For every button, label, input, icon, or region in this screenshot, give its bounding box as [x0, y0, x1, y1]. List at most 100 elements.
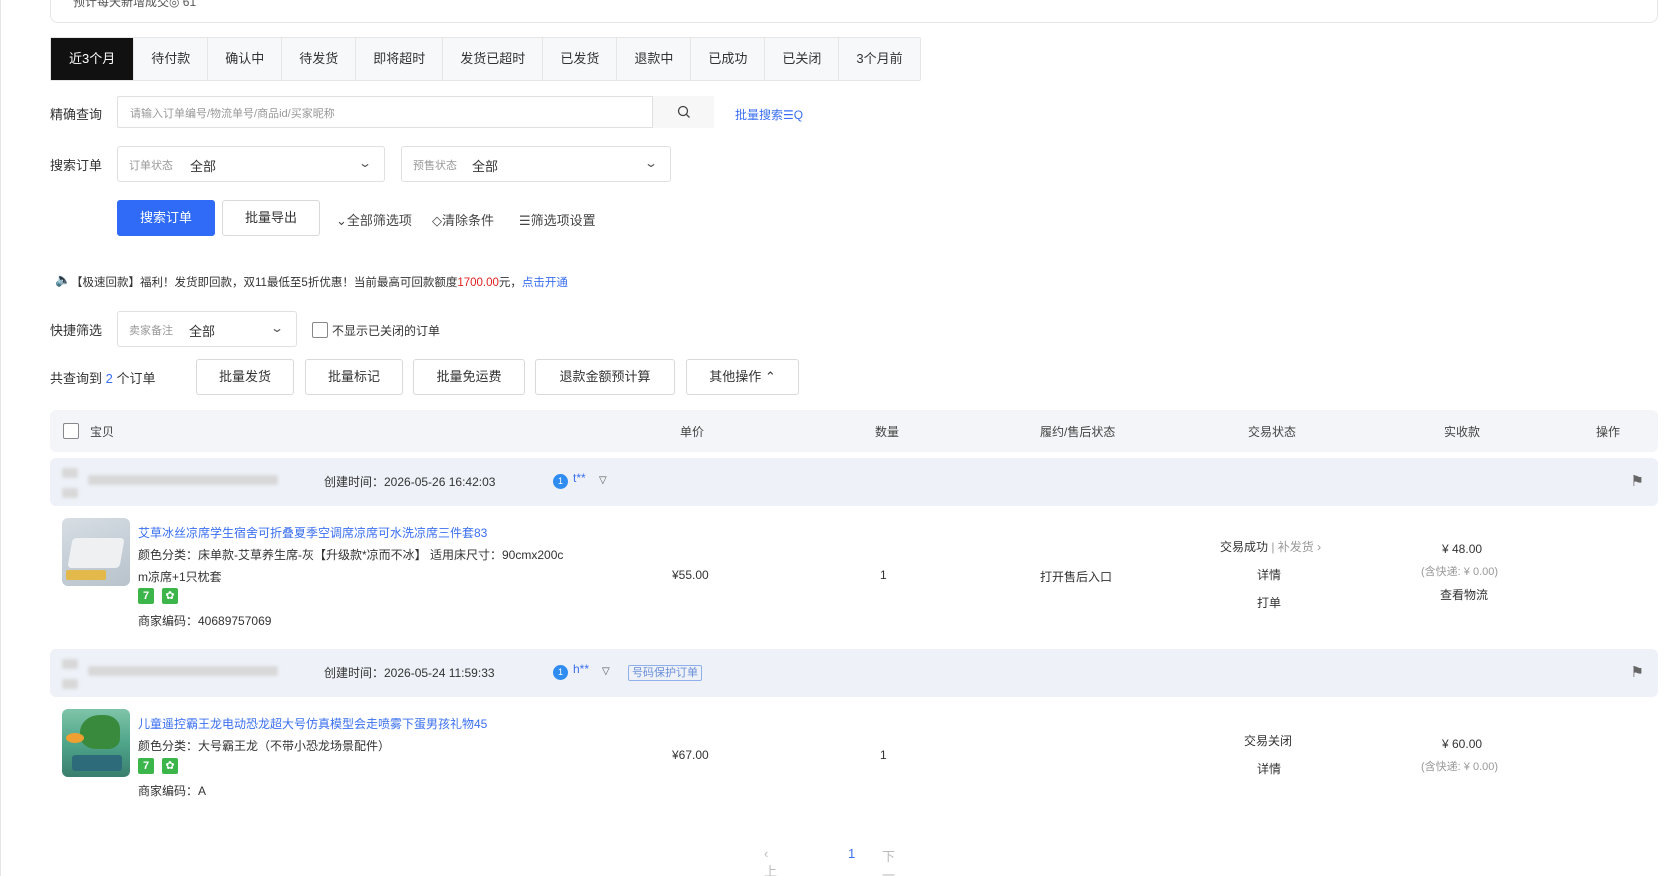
mat-shape: [67, 538, 125, 568]
hide-closed-checkbox[interactable]: [312, 322, 328, 338]
presale-status-select[interactable]: 预售状态 全部 ⌄: [401, 146, 671, 182]
product-thumbnail[interactable]: [62, 709, 130, 777]
trade-status: 交易成功 | 补发货 ›: [1220, 538, 1321, 555]
buyer-name[interactable]: h**: [573, 662, 589, 676]
blurred-order-number: [88, 666, 278, 676]
tab-shipped[interactable]: 已发货: [543, 38, 618, 80]
seller-remark-select[interactable]: 卖家备注 全部 ⌄: [117, 311, 297, 347]
tab-closed[interactable]: 已关闭: [765, 38, 840, 80]
fast-payout-notice: 【极速回款】福利！发货即回款，双11最低至5折优惠！当前最高可回款额度1700.…: [71, 274, 568, 290]
search-orders-label: 搜索订单: [50, 158, 103, 173]
header-after-sale-status: 履约/售后状态: [1040, 425, 1116, 439]
guarantee-icon: ✿: [162, 758, 178, 774]
header-operations: 操作: [1596, 425, 1621, 439]
blurred-order-number: [88, 475, 278, 485]
unit-price: ¥67.00: [672, 748, 709, 762]
product-spec: 颜色分类：床单款-艾草养生席-灰【升级款*凉而不冰】 适用床尺寸：90cmx20…: [138, 548, 564, 562]
tab-about-to-timeout[interactable]: 即将超时: [356, 38, 444, 80]
quantity: 1: [880, 748, 887, 762]
table-header: 宝贝 单价 数量 履约/售后状态 交易状态 实收款 操作: [50, 410, 1658, 452]
spray-shape: [66, 733, 84, 743]
order-status-tabs: 近3个月 待付款 确认中 待发货 即将超时 发货已超时 已发货 退款中 已成功 …: [50, 37, 921, 81]
order-status-select[interactable]: 订单状态 全部 ⌄: [117, 146, 385, 182]
batch-export-button[interactable]: 批量导出: [222, 200, 320, 236]
reship-link[interactable]: | 补发货 ›: [1271, 540, 1321, 554]
seller-remark-value: 全部: [189, 324, 216, 339]
chat-icon[interactable]: 1: [553, 474, 568, 489]
search-orders-button[interactable]: 搜索订单: [117, 200, 215, 236]
chat-icon[interactable]: 1: [553, 665, 568, 680]
order-count-summary: 共查询到 2 个订单: [50, 368, 156, 387]
product-title-link[interactable]: 艾草冰丝凉席学生宿舍可折叠夏季空调席凉席可水洗凉席三件套83: [138, 524, 487, 541]
promo-tag: [66, 570, 106, 580]
all-filters-toggle[interactable]: ⌄全部筛选项: [336, 210, 412, 229]
header-quantity: 数量: [875, 425, 900, 439]
quick-filter-label: 快捷筛选: [50, 323, 103, 338]
order-header: 创建时间：2026-05-24 11:59:33 1 h** ▽ 号码保护订单 …: [50, 649, 1658, 697]
order-detail-link[interactable]: 详情: [1257, 760, 1281, 777]
order-detail-link[interactable]: 详情: [1257, 566, 1281, 583]
tab-succeeded[interactable]: 已成功: [691, 38, 766, 80]
notice-open-link[interactable]: 点击开通: [522, 277, 568, 289]
filter-settings-button[interactable]: ☰筛选项设置: [519, 210, 596, 229]
presale-status-value: 全部: [472, 159, 499, 174]
trade-status-text: 交易成功: [1220, 540, 1269, 554]
merchant-code: 商家编码：A: [138, 784, 207, 798]
guarantee-icon: ✿: [162, 588, 178, 604]
product-spec-cont: m凉席+1只枕套: [138, 570, 222, 584]
chevron-down-icon: ⌄: [357, 156, 373, 170]
seller-remark-label: 卖家备注: [129, 325, 173, 337]
batch-free-shipping-button[interactable]: 批量免运费: [413, 359, 525, 395]
product-spec: 颜色分类：大号霸王龙（不带小恐龙场景配件）: [138, 739, 391, 753]
tab-older-than-3-months[interactable]: 3个月前: [839, 38, 920, 80]
page-number[interactable]: 1: [848, 846, 855, 861]
select-all-checkbox[interactable]: [63, 423, 79, 439]
search-icon: [677, 105, 690, 118]
buyer-name[interactable]: t**: [573, 471, 586, 485]
trade-status-text: 交易关闭: [1244, 734, 1293, 748]
top-summary-box: 预计每天新增成交◎ 61: [50, 0, 1658, 23]
top-summary-text: 预计每天新增成交◎ 61: [73, 0, 197, 9]
refund-precalc-button[interactable]: 退款金额预计算: [535, 359, 675, 395]
precise-search-placeholder: 请输入订单编号/物流单号/商品id/买家昵称: [130, 108, 335, 120]
other-actions-button[interactable]: 其他操作 ⌃: [686, 359, 799, 395]
unit-price: ¥55.00: [672, 568, 709, 582]
received-amount: ¥ 48.00: [1442, 542, 1483, 556]
quantity: 1: [880, 568, 887, 582]
product-title-link[interactable]: 儿童遥控霸王龙电动恐龙超大号仿真模型会走喷雾下蛋男孩礼物45: [138, 715, 487, 732]
product-thumbnail[interactable]: [62, 518, 130, 586]
clear-conditions-button[interactable]: ◇清除条件: [432, 210, 494, 229]
summary-prefix: 共查询到: [50, 371, 103, 386]
print-order-link[interactable]: 打单: [1257, 594, 1281, 611]
header-trade-status: 交易状态: [1248, 425, 1297, 439]
seven-day-return-icon: 7: [138, 758, 154, 774]
box-shape: [72, 755, 122, 771]
number-protected-badge: 号码保护订单: [628, 665, 702, 681]
filter-icon[interactable]: ▽: [599, 475, 607, 486]
blurred-text: [62, 488, 78, 498]
filter-icon[interactable]: ▽: [602, 666, 610, 677]
tab-pending-payment[interactable]: 待付款: [134, 38, 209, 80]
tab-confirming[interactable]: 确认中: [208, 38, 283, 80]
header-unit-price: 单价: [680, 425, 705, 439]
merchant-code: 商家编码：40689757069: [138, 614, 272, 628]
batch-search-link[interactable]: 批量搜索☰Q: [735, 106, 803, 123]
precise-search-input[interactable]: 请输入订单编号/物流单号/商品id/买家昵称: [117, 96, 714, 128]
tab-shipping-overdue[interactable]: 发货已超时: [443, 38, 544, 80]
prev-page-button[interactable]: ‹ 上一页: [764, 846, 777, 876]
batch-mark-button[interactable]: 批量标记: [305, 359, 403, 395]
tab-refunding[interactable]: 退款中: [617, 38, 692, 80]
flag-icon[interactable]: ⚑: [1631, 663, 1644, 681]
summary-count: 2: [105, 371, 113, 386]
view-logistics-link[interactable]: 查看物流: [1440, 586, 1488, 603]
tab-to-ship[interactable]: 待发货: [282, 38, 357, 80]
tab-recent-3-months[interactable]: 近3个月: [51, 38, 135, 80]
blurred-text: [62, 468, 78, 478]
flag-icon[interactable]: ⚑: [1631, 472, 1644, 490]
after-sale-entry-link[interactable]: 打开售后入口: [1040, 568, 1112, 585]
next-page-button[interactable]: 下一页 ›: [882, 846, 895, 876]
chevron-down-icon: ⌄: [269, 321, 285, 335]
search-icon-button[interactable]: [652, 96, 714, 128]
dinosaur-shape: [80, 715, 120, 749]
batch-ship-button[interactable]: 批量发货: [196, 359, 294, 395]
